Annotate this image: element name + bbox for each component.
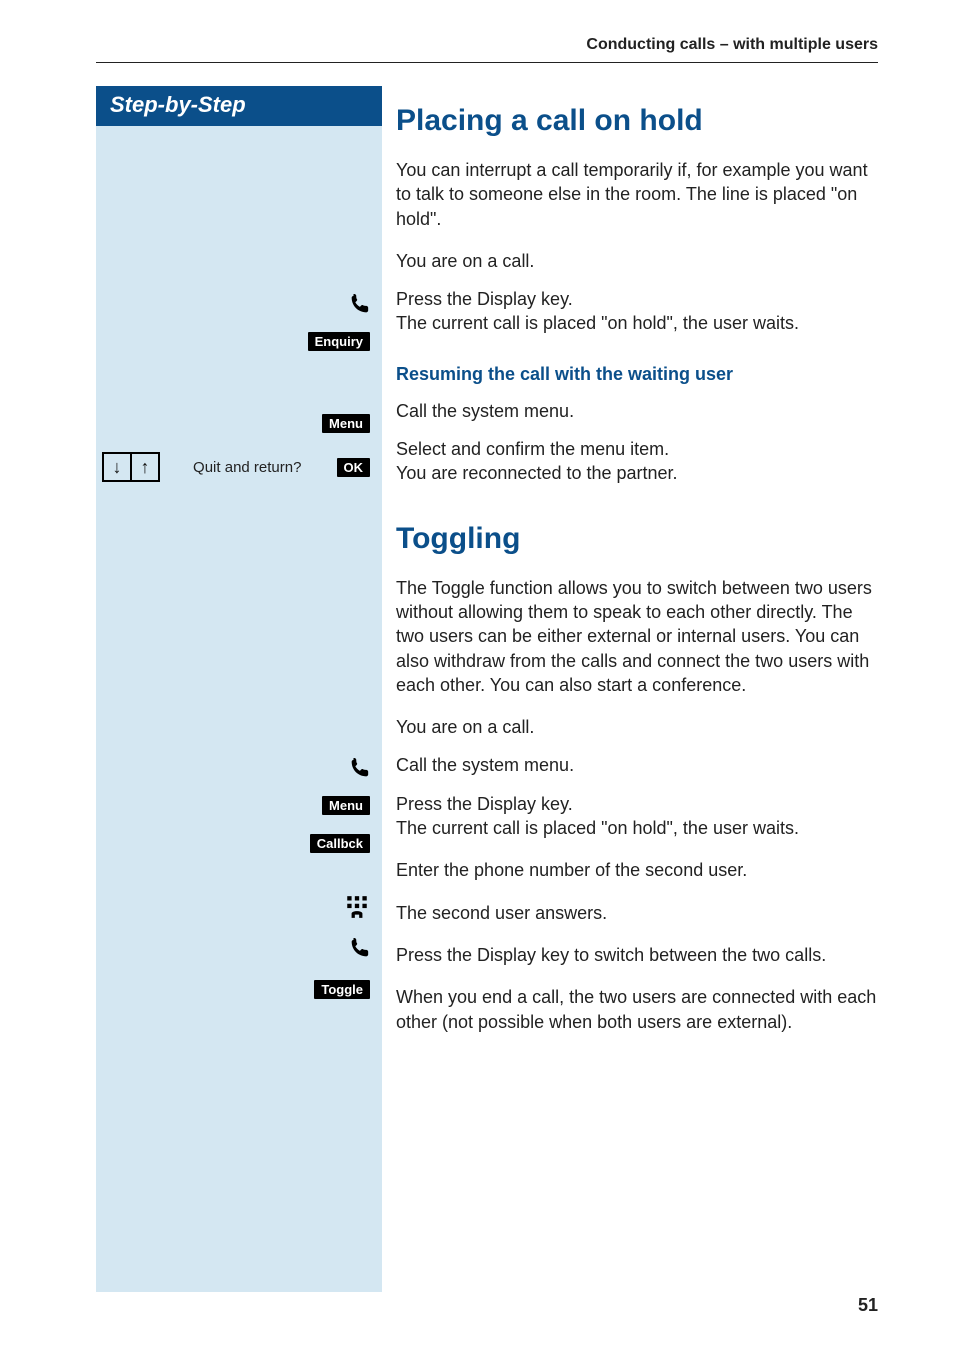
- ok-key-label: OK: [337, 458, 371, 477]
- section2-step6: Press the Display key to switch between …: [396, 943, 878, 967]
- phone-icon-2: [348, 758, 370, 785]
- section1-step1: You are on a call.: [396, 249, 878, 273]
- section1-step4: Select and confirm the menu item. You ar…: [396, 437, 878, 486]
- menu-key-label-2: Menu: [322, 796, 370, 815]
- section2-step3: Press the Display key. The current call …: [396, 792, 878, 841]
- section2-step3b: The current call is placed "on hold", th…: [396, 818, 799, 838]
- head-rule: [96, 62, 878, 63]
- section2-step3a: Press the Display key.: [396, 794, 573, 814]
- menu-key-2: Menu: [322, 796, 370, 815]
- enquiry-key-label: Enquiry: [308, 332, 370, 351]
- sidebar: Step-by-Step Enquiry Menu ↓ ↑ Quit and r…: [96, 86, 382, 1292]
- main-content: Placing a call on hold You can interrupt…: [382, 86, 878, 1292]
- toggle-key: Toggle: [314, 980, 370, 999]
- arrow-down-icon: ↓: [102, 452, 132, 482]
- section1-title: Placing a call on hold: [396, 104, 878, 138]
- toggle-key-label: Toggle: [314, 980, 370, 999]
- running-head: Conducting calls – with multiple users: [586, 36, 878, 54]
- section2-title: Toggling: [396, 522, 878, 556]
- sidebar-header: Step-by-Step: [96, 86, 382, 126]
- section1-step2b: The current call is placed "on hold", th…: [396, 313, 799, 333]
- arrow-up-icon: ↑: [130, 452, 160, 482]
- page: Conducting calls – with multiple users S…: [0, 0, 954, 1352]
- section2-step7: When you end a call, the two users are c…: [396, 985, 878, 1034]
- handset-icon: [348, 758, 370, 785]
- handset-icon: [348, 294, 370, 321]
- nav-row: ↓ ↑ Quit and return? OK: [96, 452, 370, 482]
- section1-subhead: Resuming the call with the waiting user: [396, 364, 878, 385]
- section2-intro: The Toggle function allows you to switch…: [396, 576, 878, 697]
- menu-key-label: Menu: [322, 414, 370, 433]
- keypad-icon: [344, 894, 370, 925]
- phone-icon: [348, 294, 370, 321]
- dialpad-icon: [344, 894, 370, 925]
- phone-icon-3: [348, 938, 370, 965]
- content-columns: Step-by-Step Enquiry Menu ↓ ↑ Quit and r…: [96, 86, 878, 1292]
- section2-step1: You are on a call.: [396, 715, 878, 739]
- section1-intro: You can interrupt a call temporarily if,…: [396, 158, 878, 231]
- section2-step5: The second user answers.: [396, 901, 878, 925]
- callbck-key: Callbck: [310, 834, 370, 853]
- section1-step3: Call the system menu.: [396, 399, 878, 423]
- callbck-key-label: Callbck: [310, 834, 370, 853]
- page-number: 51: [858, 1295, 878, 1316]
- nav-label: Quit and return?: [185, 459, 309, 476]
- menu-key-1: Menu: [322, 414, 370, 433]
- section1-step4a: Select and confirm the menu item.: [396, 439, 669, 459]
- section1-step4b: You are reconnected to the partner.: [396, 463, 678, 483]
- arrow-buttons: ↓ ↑: [102, 452, 158, 482]
- enquiry-key: Enquiry: [308, 332, 370, 351]
- section1-step2: Press the Display key. The current call …: [396, 287, 878, 336]
- section2-step2: Call the system menu.: [396, 753, 878, 777]
- section2-step4: Enter the phone number of the second use…: [396, 858, 878, 882]
- section1-step2a: Press the Display key.: [396, 289, 573, 309]
- handset-icon: [348, 938, 370, 965]
